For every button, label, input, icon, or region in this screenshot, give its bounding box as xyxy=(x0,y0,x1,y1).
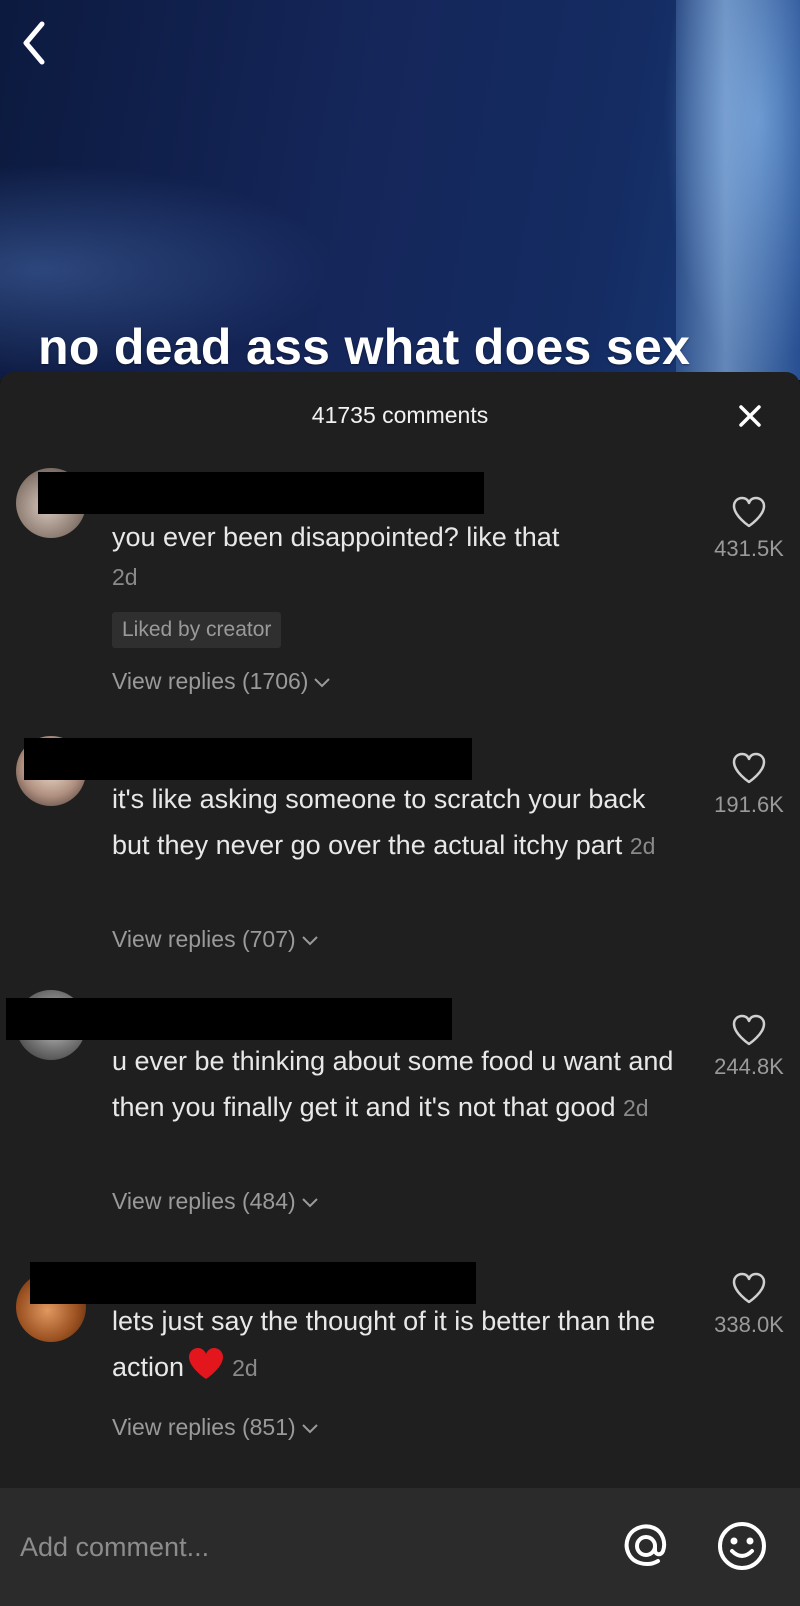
redacted-username xyxy=(24,738,472,780)
chevron-left-icon xyxy=(23,21,45,65)
comment-time: 2d xyxy=(232,1355,258,1381)
chevron-down-icon xyxy=(301,1198,318,1208)
view-replies-label: View replies (484) xyxy=(112,1188,296,1214)
redacted-username xyxy=(38,472,484,514)
like-button[interactable]: 338.0K xyxy=(694,1270,800,1338)
comment-item: it's like asking someone to scratch your… xyxy=(0,736,800,976)
view-replies-label: View replies (1706) xyxy=(112,668,309,694)
comments-header: 41735 comments xyxy=(0,372,800,462)
smiley-icon xyxy=(718,1522,766,1570)
like-button[interactable]: 244.8K xyxy=(694,1012,800,1080)
video-light-reflection xyxy=(676,0,800,380)
view-replies-button[interactable]: View replies (851) xyxy=(112,1414,320,1441)
red-heart-emoji xyxy=(189,1348,224,1379)
view-replies-button[interactable]: View replies (707) xyxy=(112,926,320,953)
comment-item: u ever be thinking about some food u wan… xyxy=(0,990,800,1238)
comment-body: u ever be thinking about some food u wan… xyxy=(112,1046,674,1122)
comment-time: 2d xyxy=(623,1095,649,1121)
like-count: 191.6K xyxy=(714,792,784,817)
view-replies-label: View replies (707) xyxy=(112,926,296,952)
comment-text: it's like asking someone to scratch your… xyxy=(112,776,682,869)
comment-text: you ever been disappointed? like that xyxy=(112,514,682,560)
comment-text: u ever be thinking about some food u wan… xyxy=(112,1038,682,1131)
chevron-down-icon xyxy=(301,936,318,946)
comment-body: it's like asking someone to scratch your… xyxy=(112,784,646,860)
emoji-button[interactable] xyxy=(712,1516,772,1576)
view-replies-button[interactable]: View replies (484) xyxy=(112,1188,320,1215)
chevron-down-icon xyxy=(314,678,331,688)
comment-time: 2d xyxy=(629,833,656,859)
redacted-username xyxy=(6,998,452,1040)
at-sign-icon xyxy=(624,1524,667,1567)
comment-count: 41735 comments xyxy=(311,402,489,428)
like-count: 338.0K xyxy=(714,1312,784,1337)
comment-text: lets just say the thought of it is bette… xyxy=(112,1298,682,1391)
add-comment-input[interactable] xyxy=(18,1526,582,1568)
heart-outline-icon xyxy=(732,1014,766,1046)
view-replies-button[interactable]: View replies (1706) xyxy=(112,668,332,695)
mention-button[interactable] xyxy=(616,1516,676,1576)
heart-outline-icon xyxy=(732,1272,766,1304)
heart-outline-icon xyxy=(732,752,766,784)
video-background: no dead ass what does sex xyxy=(0,0,800,380)
close-icon xyxy=(739,405,761,427)
comment-item: you ever been disappointed? like that 2d… xyxy=(0,468,800,722)
comment-item: lets just say the thought of it is bette… xyxy=(0,1262,800,1462)
comments-sheet: 41735 comments you ever been disappointe… xyxy=(0,372,800,1606)
comment-time: 2d xyxy=(112,564,138,590)
comment-composer xyxy=(0,1488,800,1606)
back-button[interactable] xyxy=(12,10,62,70)
comment-body: you ever been disappointed? like that xyxy=(112,522,560,552)
heart-outline-icon xyxy=(732,496,766,528)
video-caption: no dead ass what does sex xyxy=(38,319,691,375)
liked-by-creator-badge: Liked by creator xyxy=(112,612,282,648)
close-button[interactable] xyxy=(728,394,772,438)
like-count: 244.8K xyxy=(714,1054,784,1079)
view-replies-label: View replies (851) xyxy=(112,1414,296,1440)
chevron-down-icon xyxy=(301,1424,318,1434)
like-button[interactable]: 431.5K xyxy=(694,494,800,562)
like-count: 431.5K xyxy=(714,536,784,561)
like-button[interactable]: 191.6K xyxy=(694,750,800,818)
